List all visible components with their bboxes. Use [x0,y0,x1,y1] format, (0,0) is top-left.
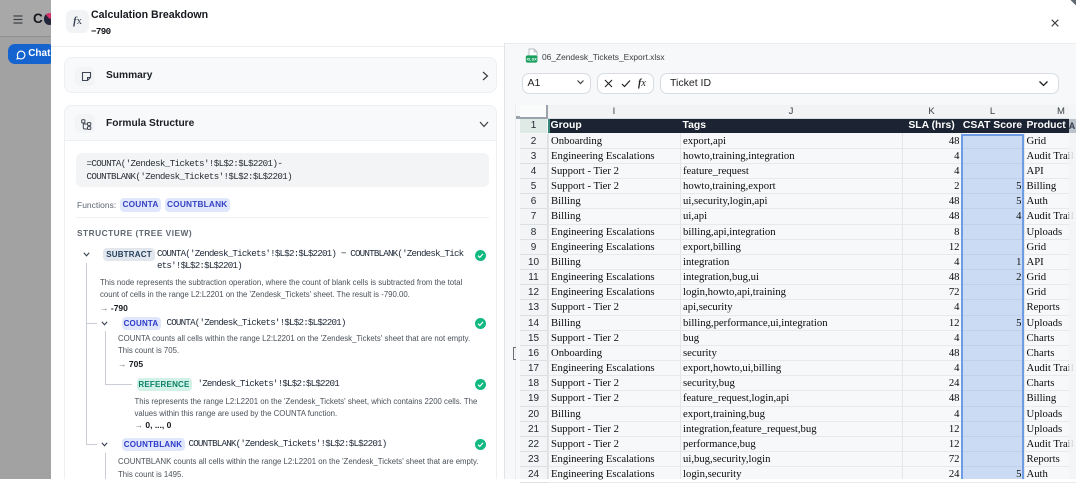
svg-text:XLSX: XLSX [526,56,537,61]
